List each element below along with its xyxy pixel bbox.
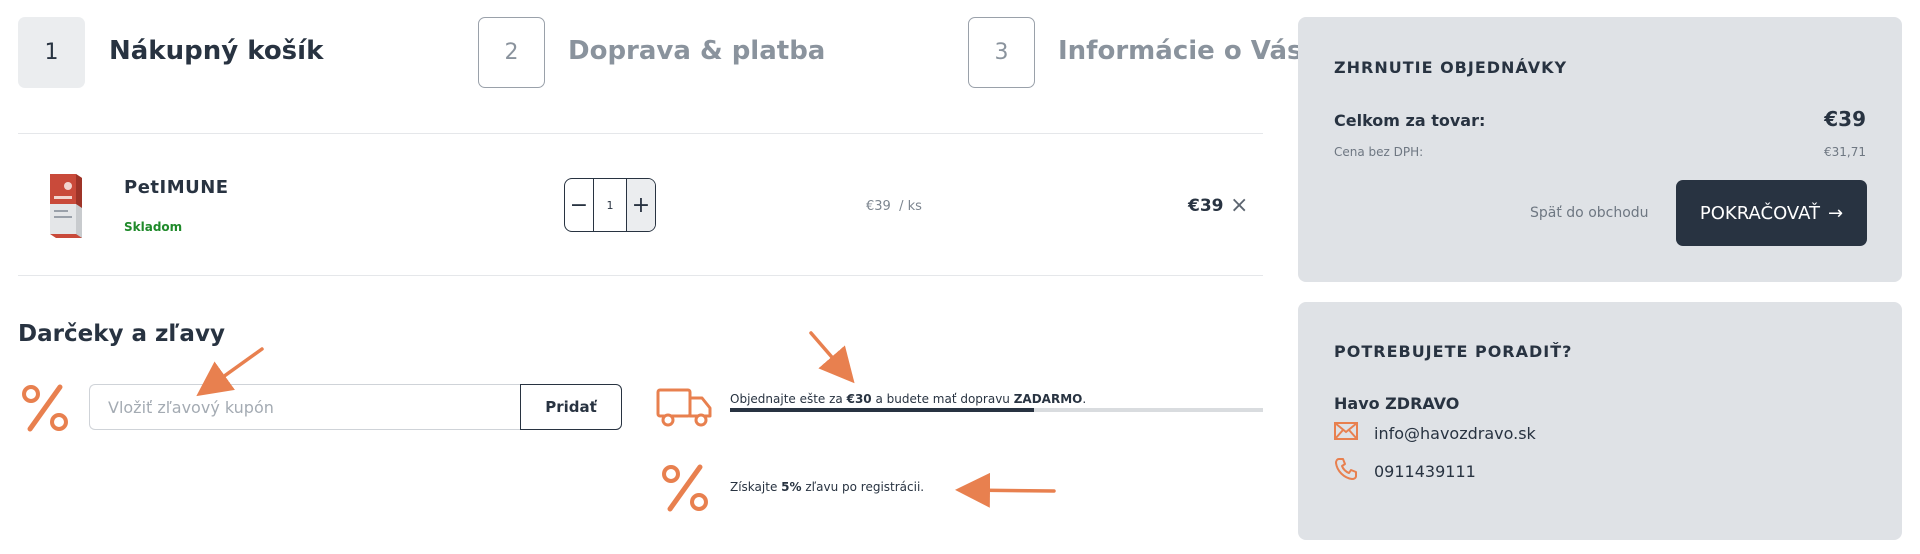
phone-contact[interactable]: 0911439111	[1334, 457, 1476, 485]
back-to-shop-link[interactable]: Späť do obchodu	[1530, 205, 1649, 221]
help-title: POTREBUJETE PORADIŤ?	[1334, 342, 1573, 361]
item-total-price: €39	[1188, 196, 1224, 216]
close-icon: ×	[1230, 193, 1249, 218]
price-without-vat-value: €31,71	[1824, 145, 1866, 159]
arrow-to-registration-message	[955, 472, 1056, 508]
order-summary-card: ZHRNUTIE OBJEDNÁVKY Celkom za tovar: €39…	[1298, 17, 1902, 282]
shipping-suffix: .	[1082, 392, 1087, 406]
continue-button[interactable]: POKRAČOVAŤ →	[1676, 180, 1867, 246]
step-3-label[interactable]: Informácie o Vás	[1058, 36, 1302, 66]
help-card: POTREBUJETE PORADIŤ? Havo ZDRAVO info@ha…	[1298, 302, 1902, 540]
phone-icon	[1334, 457, 1358, 485]
phone-text[interactable]: 0911439111	[1374, 462, 1476, 481]
continue-label: POKRAČOVAŤ	[1699, 202, 1820, 224]
total-label: Celkom za tovar:	[1334, 111, 1486, 130]
annotation-arrows	[196, 331, 1056, 508]
arrow-to-coupon-input	[196, 347, 264, 397]
arrow-to-shipping-message	[809, 331, 855, 384]
email-contact[interactable]: info@havozdravo.sk	[1334, 422, 1536, 444]
arrow-right-icon: →	[1828, 202, 1844, 224]
total-value: €39	[1824, 107, 1866, 131]
remove-item-button[interactable]: ×	[1230, 193, 1248, 218]
mail-icon	[1334, 422, 1358, 444]
email-text[interactable]: info@havozdravo.sk	[1374, 424, 1536, 443]
company-name: Havo ZDRAVO	[1334, 394, 1460, 413]
price-without-vat-label: Cena bez DPH:	[1334, 145, 1424, 159]
order-summary-title: ZHRNUTIE OBJEDNÁVKY	[1334, 58, 1568, 77]
